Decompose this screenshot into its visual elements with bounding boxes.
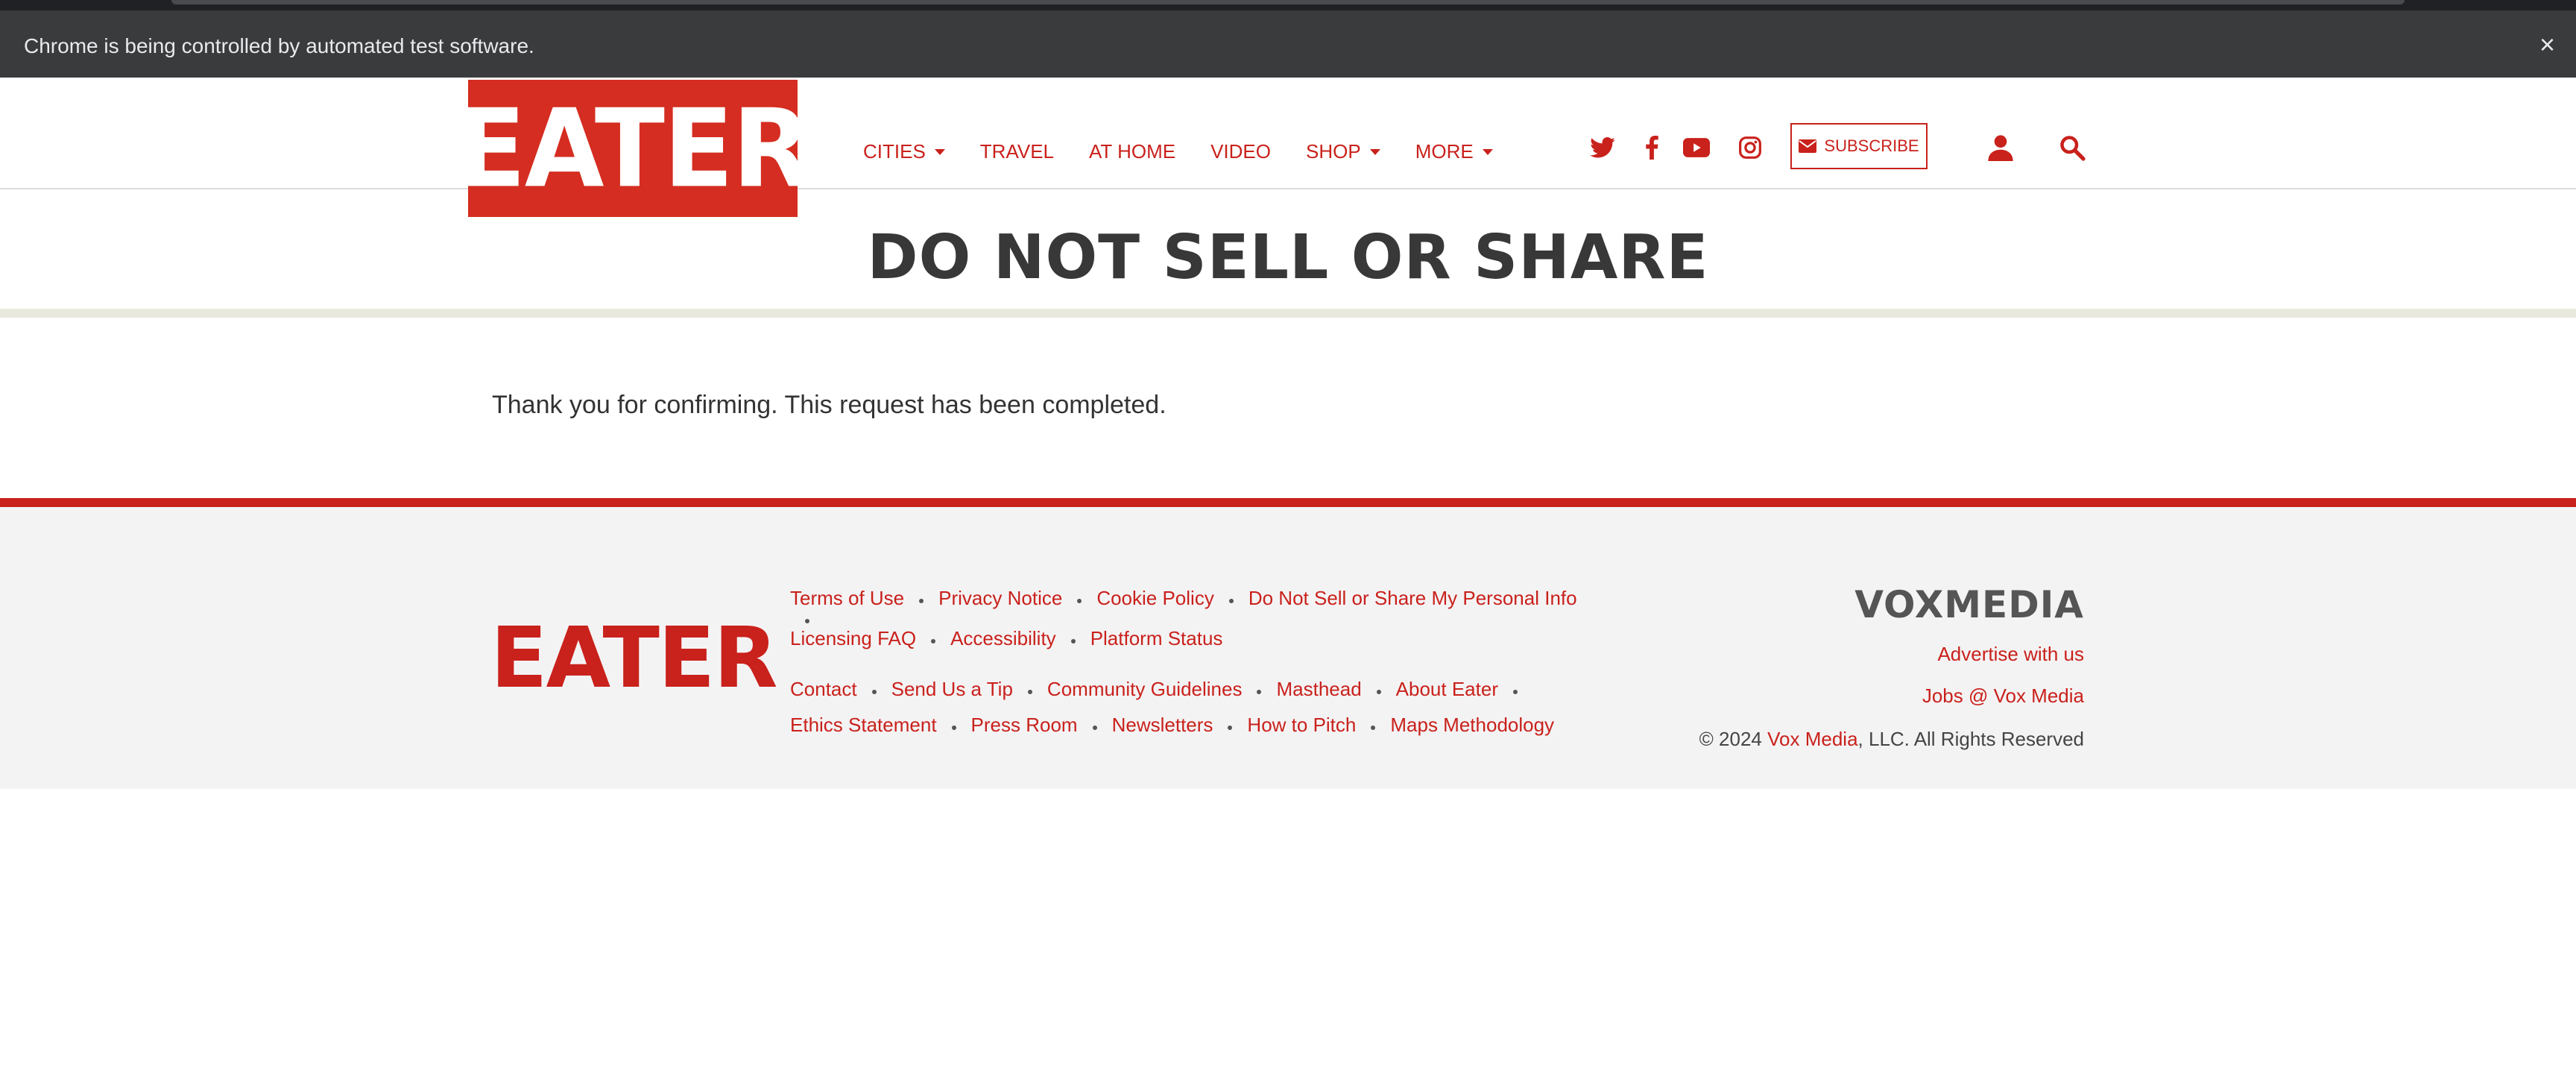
separator-dot <box>1228 599 1234 603</box>
footer-link[interactable]: Community Guidelines <box>1047 671 1243 707</box>
footer-link[interactable]: How to Pitch <box>1247 707 1356 743</box>
advertise-link[interactable]: Advertise with us <box>1937 643 2084 666</box>
nav-at-home[interactable]: AT HOME <box>1089 140 1175 163</box>
separator-dot <box>871 690 877 694</box>
separator-dot <box>1027 690 1032 694</box>
youtube-icon[interactable] <box>1682 133 1711 163</box>
footer-link[interactable]: Licensing FAQ <box>790 620 916 656</box>
separator-dot <box>931 639 936 643</box>
automation-infobar: Chrome is being controlled by automated … <box>0 0 2576 78</box>
vox-media-link[interactable]: Vox Media <box>1767 728 1857 750</box>
separator-dot <box>919 599 924 603</box>
footer-link[interactable]: Newsletters <box>1112 707 1213 743</box>
separator-dot <box>1257 690 1262 694</box>
confirmation-message: Thank you for confirming. This request h… <box>492 391 1167 419</box>
jobs-link[interactable]: Jobs @ Vox Media <box>1922 685 2084 708</box>
search-icon[interactable] <box>2056 131 2089 164</box>
instagram-icon[interactable] <box>1735 133 1765 163</box>
footer-link[interactable]: Accessibility <box>950 620 1056 656</box>
separator-dot <box>1376 690 1381 694</box>
footer-link[interactable]: Send Us a Tip <box>891 671 1013 707</box>
footer-link[interactable]: Masthead <box>1276 671 1361 707</box>
nav-travel[interactable]: TRAVEL <box>980 140 1054 163</box>
title-divider <box>0 309 2576 318</box>
nav-shop[interactable]: SHOP <box>1306 140 1380 163</box>
caret-down-icon <box>1369 148 1380 155</box>
footer-link[interactable]: Platform Status <box>1090 620 1223 656</box>
envelope-icon <box>1799 139 1817 153</box>
user-icon[interactable] <box>1984 131 2017 164</box>
footer-links: Terms of Use Privacy Notice Cookie Policy D… <box>790 580 1610 758</box>
main-nav: CITIES TRAVEL AT HOME VIDEO SHOP MORE <box>863 140 1528 163</box>
separator-dot <box>1077 599 1082 603</box>
footer-link-row: Terms of Use Privacy Notice Cookie Policy D… <box>790 580 1610 623</box>
nav-video[interactable]: VIDEO <box>1210 140 1271 163</box>
footer-link[interactable]: Ethics Statement <box>790 707 937 743</box>
nav-cities[interactable]: CITIES <box>863 140 945 163</box>
footer-link-row: Licensing FAQ Accessibility Platform Statu… <box>790 620 1610 656</box>
vox-media-logo[interactable]: VOXMEDIA <box>1854 583 2084 626</box>
separator-dot <box>1371 726 1376 730</box>
footer-link[interactable]: Contact <box>790 671 857 707</box>
footer-eater-logo[interactable]: EATER <box>490 610 778 707</box>
separator-dot <box>951 726 956 730</box>
separator-dot <box>1512 690 1518 694</box>
copyright: © 2024 Vox Media, LLC. All Rights Reserv… <box>1699 728 2084 750</box>
subscribe-label: SUBSCRIBE <box>1824 136 1919 155</box>
footer-link-group-legal: Terms of Use Privacy Notice Cookie Policy D… <box>790 580 1610 656</box>
caret-down-icon <box>1482 148 1493 155</box>
footer-link-row: Ethics Statement Press Room Newsletters How… <box>790 707 1610 743</box>
footer-link[interactable]: Terms of Use <box>790 580 904 616</box>
eater-logo[interactable]: EATER <box>455 80 812 217</box>
facebook-icon[interactable] <box>1637 133 1667 163</box>
separator-dot <box>1092 726 1097 730</box>
footer-link[interactable]: Press Room <box>971 707 1078 743</box>
footer-link[interactable]: About Eater <box>1396 671 1498 707</box>
footer-link[interactable]: Do Not Sell or Share My Personal Info <box>1248 580 1577 616</box>
tab-strip-edge <box>171 0 2405 4</box>
separator-dot <box>1070 639 1076 643</box>
footer-link-row: Contact Send Us a Tip Community Guidelines… <box>790 671 1610 707</box>
footer-link-group-info: Contact Send Us a Tip Community Guidelines… <box>790 671 1610 743</box>
nav-more[interactable]: MORE <box>1415 140 1493 163</box>
footer-link[interactable]: Privacy Notice <box>938 580 1062 616</box>
separator-dot <box>1228 726 1233 730</box>
footer-link[interactable]: Maps Methodology <box>1390 707 1554 743</box>
separator-dot <box>805 619 809 623</box>
twitter-icon[interactable] <box>1588 133 1617 163</box>
subscribe-button[interactable]: SUBSCRIBE <box>1790 123 1928 169</box>
site-header <box>0 78 2576 189</box>
automation-notice-text: Chrome is being controlled by automated … <box>24 34 534 57</box>
close-icon[interactable]: × <box>2539 30 2555 60</box>
page-title: DO NOT SELL OR SHARE <box>867 222 1709 293</box>
caret-down-icon <box>934 148 945 155</box>
footer-link[interactable]: Cookie Policy <box>1096 580 1214 616</box>
